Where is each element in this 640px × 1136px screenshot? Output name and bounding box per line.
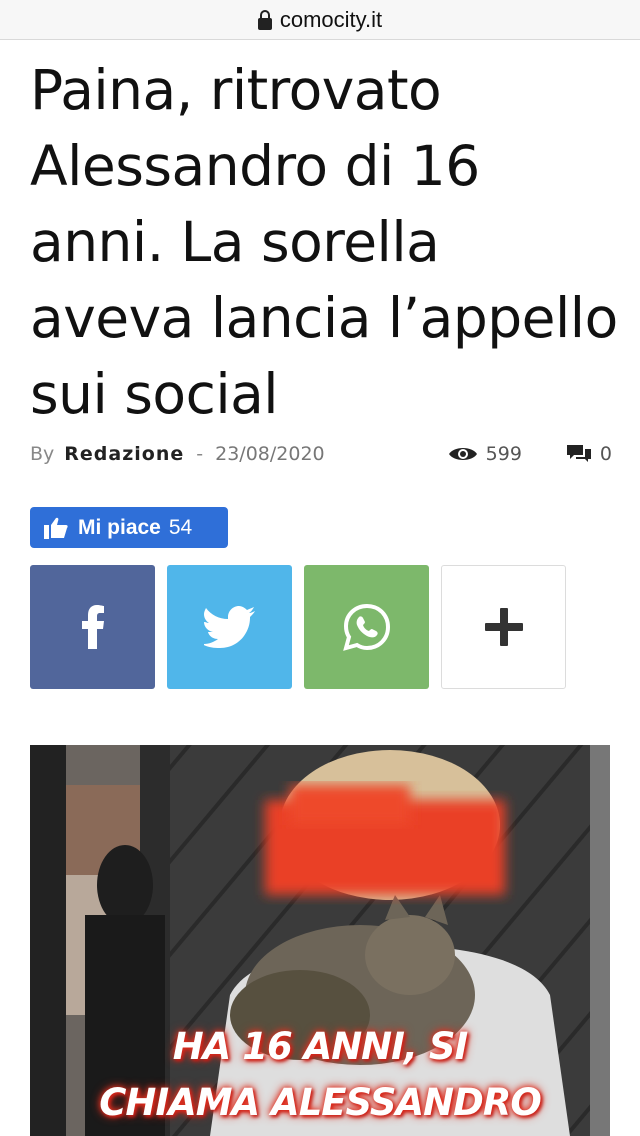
- like-label: Mi piace: [78, 515, 161, 539]
- comments-counter[interactable]: 0: [566, 443, 612, 465]
- views-count: 599: [485, 443, 522, 465]
- whatsapp-icon: [342, 603, 390, 651]
- share-buttons: [30, 565, 570, 689]
- facebook-like-button[interactable]: Mi piace 54: [30, 507, 228, 548]
- lock-icon: [257, 9, 272, 30]
- facebook-icon: [81, 605, 104, 649]
- article-image: HA 16 ANNI, SI CHIAMA ALESSANDRO: [30, 745, 610, 1136]
- twitter-icon: [203, 606, 255, 648]
- author-link[interactable]: Redazione: [64, 443, 184, 465]
- article-date: 23/08/2020: [215, 443, 325, 465]
- plus-icon: [484, 608, 523, 646]
- article-meta: By Redazione - 23/08/2020 599 0: [30, 440, 612, 468]
- like-count: 54: [168, 515, 193, 539]
- share-whatsapp-button[interactable]: [304, 565, 429, 689]
- share-more-button[interactable]: [441, 565, 566, 689]
- share-facebook-button[interactable]: [30, 565, 155, 689]
- views-counter: 599: [448, 443, 522, 465]
- comments-icon: [566, 445, 591, 462]
- meta-separator: -: [196, 443, 204, 465]
- photo-scene: [30, 745, 610, 1136]
- photo-caption-line2: CHIAMA ALESSANDRO: [99, 1081, 542, 1124]
- photo-caption-line1: HA 16 ANNI, SI: [172, 1025, 469, 1068]
- article-title: Paina, ritrovato Alessandro di 16 anni. …: [30, 58, 618, 426]
- share-twitter-button[interactable]: [167, 565, 292, 689]
- comments-count: 0: [599, 443, 612, 465]
- by-label: By: [30, 443, 55, 465]
- address-bar[interactable]: comocity.it: [0, 0, 640, 40]
- eye-icon: [448, 448, 477, 460]
- thumbs-up-icon: [44, 517, 68, 539]
- url-text: comocity.it: [279, 6, 383, 32]
